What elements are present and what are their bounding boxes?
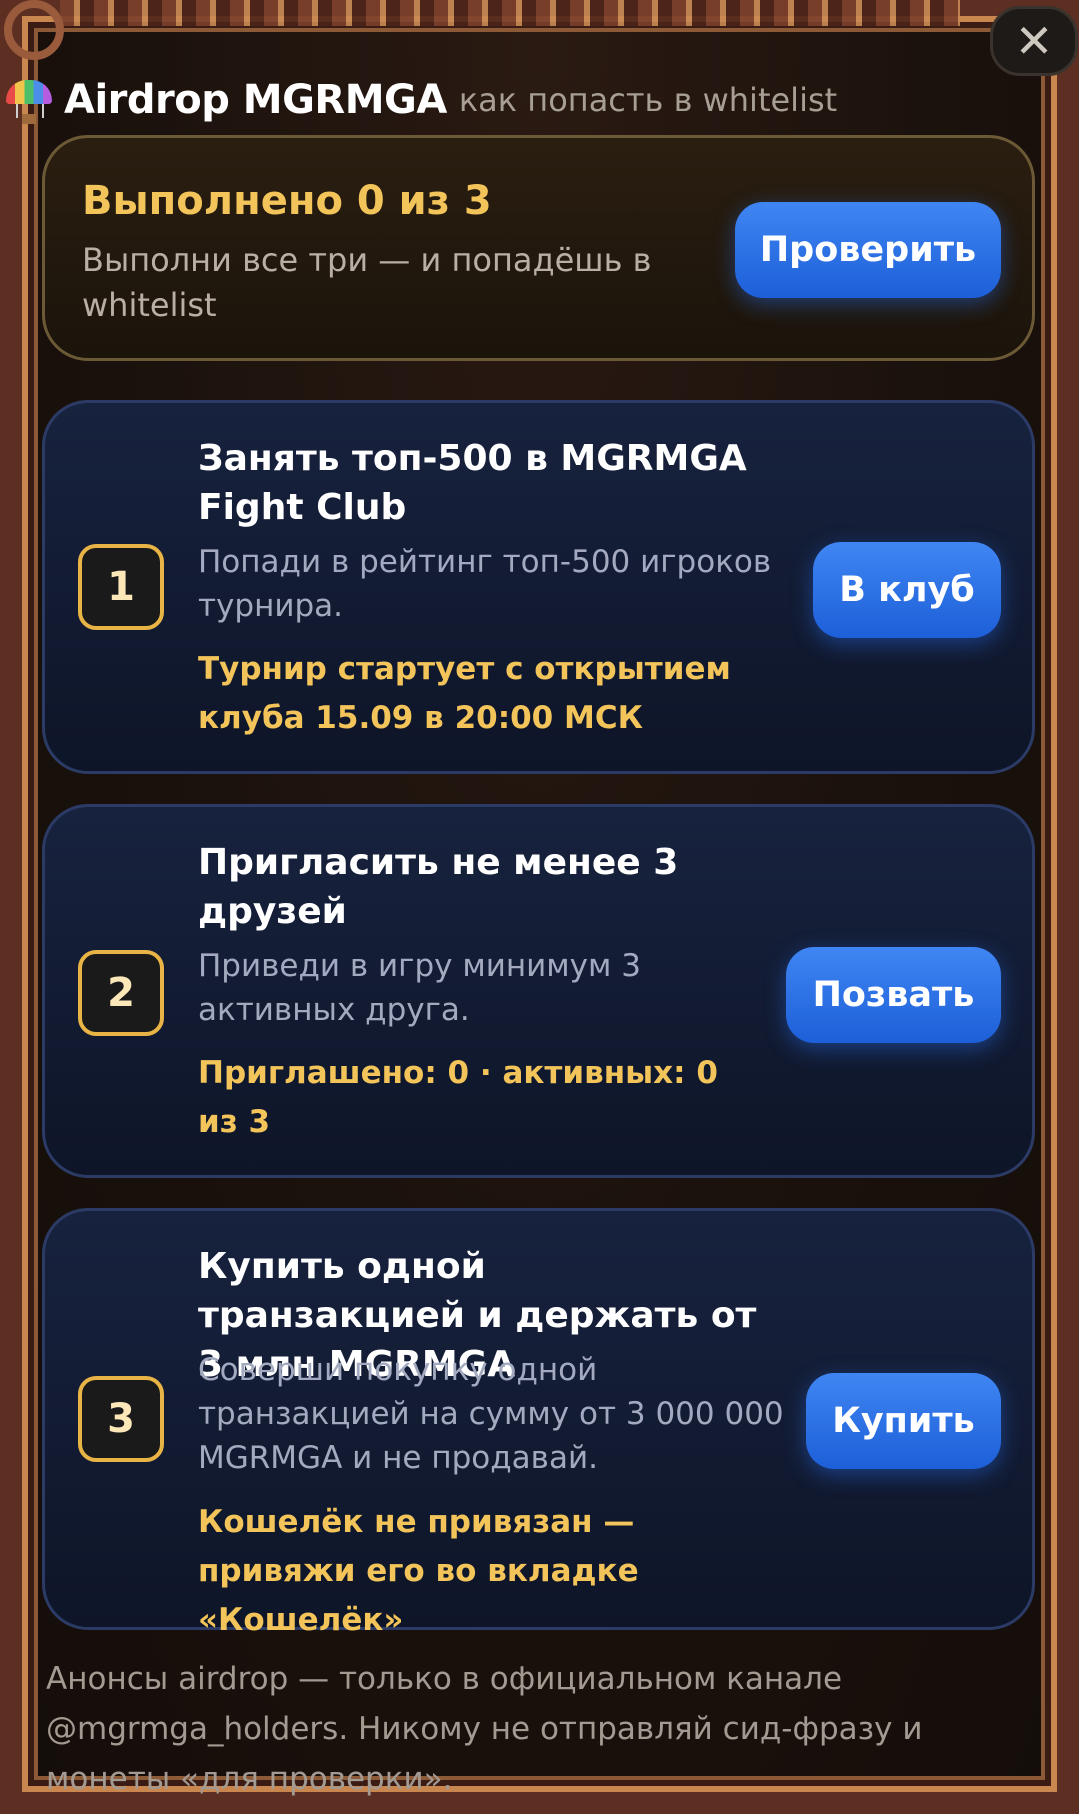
- task-status-note: Турнир стартует с открытием клуба 15.09 …: [198, 651, 731, 736]
- task-description: Попади в рейтинг топ-500 игроков турнира…: [198, 544, 772, 624]
- progress-card: Выполнено 0 из 3 Выполни все три — и поп…: [42, 135, 1035, 361]
- close-button[interactable]: ✕: [990, 6, 1078, 76]
- buy-button[interactable]: Купить: [806, 1373, 1001, 1469]
- security-footer-note: Анонсы airdrop — только в официальном ка…: [46, 1661, 923, 1797]
- task-status-note: Кошелёк не привязан — привяжи его во вкл…: [198, 1504, 639, 1638]
- check-button[interactable]: Проверить: [735, 202, 1001, 298]
- dialog-header: Airdrop MGRMGA как попасть в whitelist: [4, 70, 837, 130]
- task-title: Пригласить не менее 3 друзей: [198, 842, 679, 932]
- parachute-icon: [4, 74, 56, 126]
- invite-button[interactable]: Позвать: [786, 947, 1001, 1043]
- close-icon: ✕: [1014, 14, 1054, 68]
- frame-top-ornament: [60, 0, 960, 26]
- task-number-badge: 1: [78, 544, 164, 630]
- task-title: Занять топ-500 в MGRMGA Fight Club: [198, 438, 747, 528]
- dialog-title: Airdrop MGRMGA: [64, 77, 447, 123]
- task-number-badge: 3: [78, 1376, 164, 1462]
- task-card-1: 1 Занять топ-500 в MGRMGA Fight Club Поп…: [42, 400, 1035, 774]
- progress-subtitle: Выполни все три — и попадёшь в whitelist: [82, 241, 652, 324]
- corner-swirl-ornament: [4, 0, 64, 60]
- task-status-note: Приглашено: 0 · активных: 0 из 3: [198, 1055, 718, 1140]
- task-description: Соверши покупку одной транзакцией на сум…: [198, 1352, 784, 1476]
- progress-title: Выполнено 0 из 3: [82, 178, 492, 224]
- dialog-subtitle: как попасть в whitelist: [458, 81, 838, 119]
- task-card-2: 2 Пригласить не менее 3 друзей Приведи в…: [42, 804, 1035, 1178]
- task-number-badge: 2: [78, 950, 164, 1036]
- task-description: Приведи в игру минимум 3 активных друга.: [198, 948, 641, 1028]
- club-button[interactable]: В клуб: [813, 542, 1001, 638]
- task-card-3: 3 Купить одной транзакцией и держать от …: [42, 1208, 1035, 1638]
